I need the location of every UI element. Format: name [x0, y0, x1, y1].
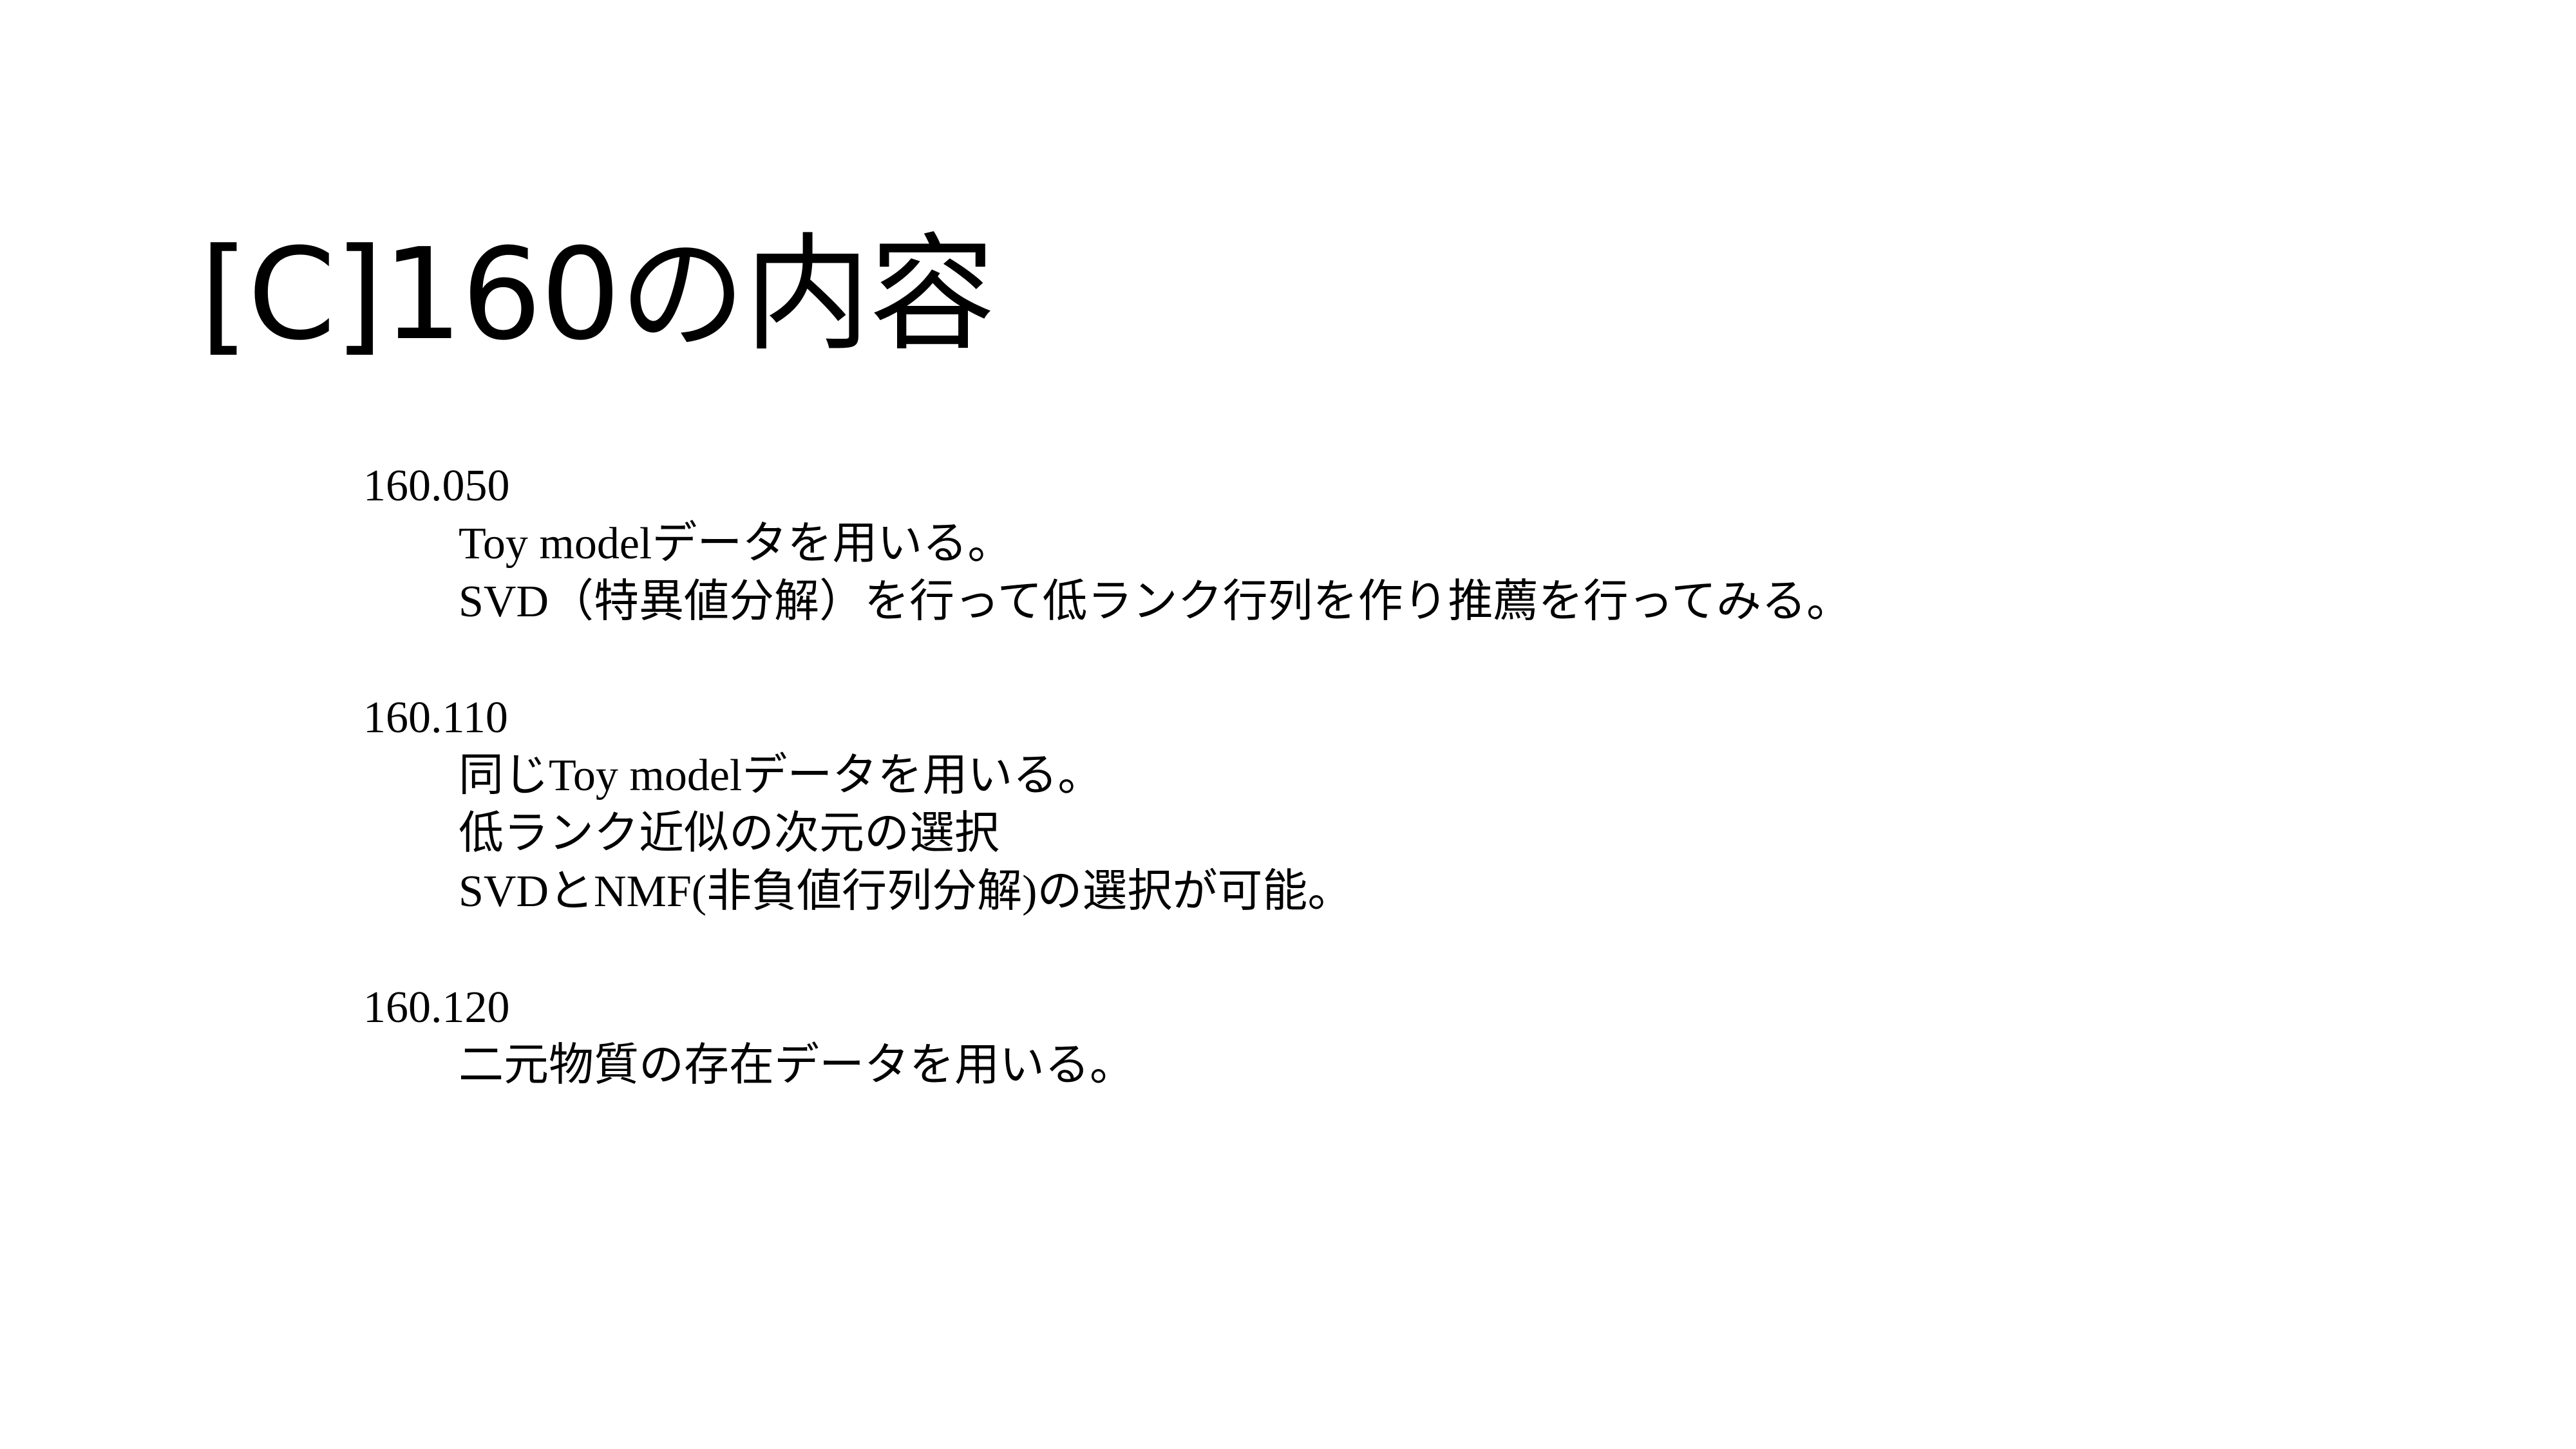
section-160-050: 160.050 Toy modelデータを用いる。 SVD（特異値分解）を行って…: [363, 457, 2488, 631]
section-id: 160.110: [363, 693, 508, 743]
section-lines: 同じToy modelデータを用いる。 低ランク近似の次元の選択 SVDとNMF…: [363, 747, 2488, 921]
slide-title: [C]160の内容: [200, 222, 996, 369]
section-id: 160.050: [363, 461, 510, 511]
section-160-120: 160.120 二元物質の存在データを用いる。: [363, 979, 2488, 1095]
section-line: SVD（特異値分解）を行って低ランク行列を作り推薦を行ってみる。: [459, 577, 1852, 627]
slide-content: 160.050 Toy modelデータを用いる。 SVD（特異値分解）を行って…: [363, 457, 2488, 1153]
section-line: SVDとNMF(非負値行列分解)の選択が可能。: [459, 867, 1353, 916]
section-id: 160.120: [363, 983, 510, 1032]
section-lines: 二元物質の存在データを用いる。: [363, 1037, 2488, 1095]
slide: [C]160の内容 160.050 Toy modelデータを用いる。 SVD（…: [0, 0, 2576, 1449]
section-line: Toy modelデータを用いる。: [459, 519, 1013, 569]
section-line: 低ランク近似の次元の選択: [459, 809, 999, 858]
section-160-110: 160.110 同じToy modelデータを用いる。 低ランク近似の次元の選択…: [363, 689, 2488, 921]
section-line: 同じToy modelデータを用いる。: [459, 751, 1103, 800]
section-line: 二元物質の存在データを用いる。: [459, 1041, 1135, 1090]
section-lines: Toy modelデータを用いる。 SVD（特異値分解）を行って低ランク行列を作…: [363, 515, 2488, 631]
